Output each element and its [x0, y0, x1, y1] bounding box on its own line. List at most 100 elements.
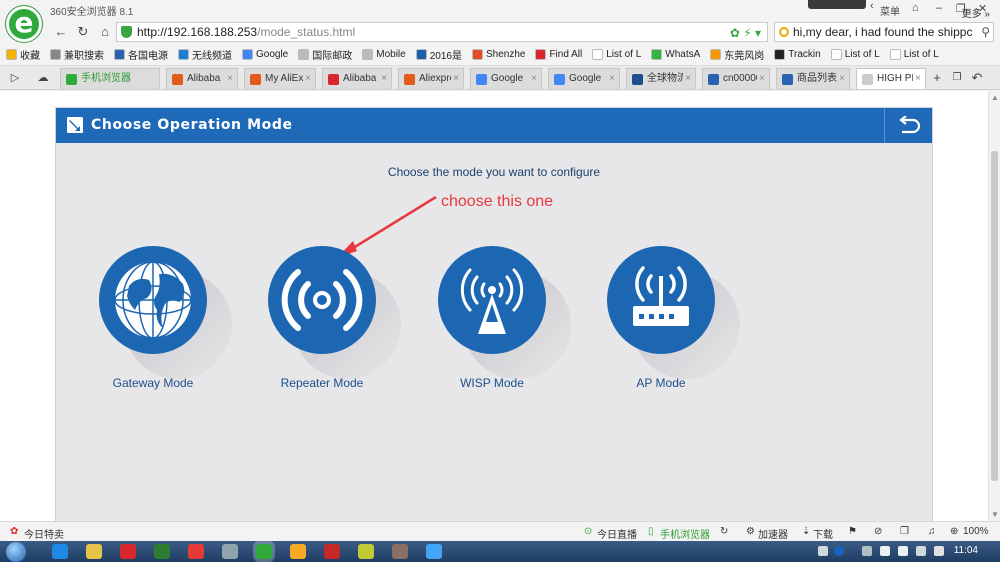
search-input[interactable]: hi,my dear, i had found the shippc ⚲	[774, 22, 994, 42]
tab[interactable]: Google ×	[548, 68, 620, 89]
wisp-mode-label[interactable]: WISP Mode	[422, 376, 562, 390]
download-icon[interactable]: ⇣	[802, 526, 810, 537]
zoom-level[interactable]: 100%	[963, 526, 989, 537]
mobile-browser-link[interactable]: 手机浏览器	[660, 526, 710, 541]
signal-tray-icon[interactable]	[934, 546, 944, 556]
page-scrollbar[interactable]: ▲ ▼	[988, 91, 1000, 521]
bookmark-item[interactable]: Mobile	[362, 49, 406, 60]
app3-icon[interactable]	[290, 544, 306, 559]
repeater-icon[interactable]	[268, 246, 376, 354]
bookmark-item[interactable]: Find All	[535, 49, 582, 60]
new-tab-button[interactable]: +	[928, 69, 946, 87]
tab[interactable]: Aliexpre ×	[398, 68, 464, 89]
app7-icon[interactable]	[426, 544, 442, 559]
search-icon[interactable]: ⚲	[979, 23, 990, 41]
tab-close-icon[interactable]: ×	[837, 69, 845, 89]
tab[interactable]: 全球物流 ×	[626, 68, 696, 89]
reload-icon[interactable]: ↻	[74, 23, 92, 41]
tab[interactable]: 手机浏览器	[60, 68, 160, 89]
folder-icon[interactable]	[86, 544, 102, 559]
app4-icon[interactable]	[324, 544, 340, 559]
tab-close-icon[interactable]: ×	[529, 69, 537, 89]
tab-close-icon[interactable]: ×	[225, 69, 233, 89]
app6-icon[interactable]	[392, 544, 408, 559]
page-speed-icon[interactable]: ✿ ⚡ ▾	[730, 24, 761, 42]
app-icon[interactable]	[120, 544, 136, 559]
bookmark-item[interactable]: 无线频道	[178, 47, 232, 62]
network-tray-icon[interactable]	[880, 546, 890, 556]
flag-icon[interactable]: ⚑	[848, 526, 857, 537]
bookmark-item[interactable]: 收藏	[6, 47, 40, 62]
tab-close-icon[interactable]: ×	[379, 69, 387, 89]
back-history-icon[interactable]: ‹	[870, 0, 874, 18]
url-input[interactable]: http://192.168.188.253/mode_status.html …	[116, 22, 768, 42]
bookmark-item[interactable]: Trackin	[774, 49, 821, 60]
live-icon[interactable]: ⊙	[584, 526, 592, 537]
daily-deals-link[interactable]: 今日特卖	[24, 526, 64, 541]
sidebar-toggle-icon[interactable]: ▷	[6, 69, 24, 87]
browser-360-icon[interactable]	[256, 544, 272, 559]
start-button[interactable]	[6, 542, 26, 562]
cloud-icon[interactable]: ☁	[34, 69, 52, 87]
tab[interactable]: HIGH PE ×	[856, 68, 926, 89]
gateway-mode-label[interactable]: Gateway Mode	[83, 376, 223, 390]
bookmarks-more-button[interactable]: 更多 »	[962, 5, 990, 20]
back-button[interactable]	[884, 108, 932, 143]
undo-close-icon[interactable]: ↶	[968, 69, 986, 87]
accelerator-link[interactable]: 加速器	[758, 526, 788, 541]
bookmark-item[interactable]: 2016是	[415, 47, 462, 62]
ie-icon[interactable]	[52, 544, 68, 559]
gateway-mode-option[interactable]: Gateway Mode	[83, 246, 232, 390]
gift-icon[interactable]: ✿	[10, 526, 18, 537]
tab[interactable]: Alibaba ×	[166, 68, 238, 89]
tab[interactable]: Alibaba ×	[322, 68, 392, 89]
bookmark-item[interactable]: 东莞风岗	[710, 47, 764, 62]
live-link[interactable]: 今日直播	[597, 526, 637, 541]
history-icon[interactable]: ⊘	[874, 526, 882, 537]
bookmark-item[interactable]: Google	[242, 49, 288, 60]
tab-close-icon[interactable]: ×	[607, 69, 615, 89]
keyboard-tray-icon[interactable]	[818, 546, 828, 556]
tab-close-icon[interactable]: ×	[303, 69, 311, 89]
scroll-down-icon[interactable]: ▼	[991, 510, 999, 519]
tab[interactable]: cn00000 ×	[702, 68, 770, 89]
bookmark-item[interactable]: List of L	[592, 49, 641, 60]
tab-close-icon[interactable]: ×	[451, 69, 459, 89]
accelerator-icon[interactable]: ⚙	[746, 526, 755, 537]
app5-icon[interactable]	[358, 544, 374, 559]
bookmark-item[interactable]: 各国电源	[114, 47, 168, 62]
tab-close-icon[interactable]: ×	[757, 69, 765, 89]
tab-list-icon[interactable]: ❐	[948, 69, 966, 87]
app2-icon[interactable]	[222, 544, 238, 559]
access-point-icon[interactable]	[607, 246, 715, 354]
repeater-mode-label[interactable]: Repeater Mode	[252, 376, 392, 390]
globe-icon[interactable]	[99, 246, 207, 354]
menu-button[interactable]: 菜单	[880, 3, 900, 21]
wisp-tower-icon[interactable]	[438, 246, 546, 354]
refresh-icon[interactable]: ↻	[720, 526, 728, 537]
bookmark-item[interactable]: List of L	[889, 49, 939, 60]
zoom-icon[interactable]: ⊕	[950, 526, 958, 537]
scroll-up-icon[interactable]: ▲	[991, 93, 999, 102]
window-icon[interactable]: ❐	[900, 526, 909, 537]
bookmark-item[interactable]: Shenzhe	[471, 49, 525, 60]
help-tray-icon[interactable]	[834, 546, 844, 556]
bookmark-item[interactable]: 国际邮政	[298, 47, 352, 62]
bookmark-item[interactable]: WhatsA	[651, 49, 700, 60]
security-tray-icon[interactable]	[898, 546, 908, 556]
ap-mode-label[interactable]: AP Mode	[591, 376, 731, 390]
tab[interactable]: 商品列表 ×	[776, 68, 850, 89]
bookmark-item[interactable]: 兼职搜索	[50, 47, 104, 62]
tray-icon[interactable]	[862, 546, 872, 556]
chrome-icon[interactable]	[188, 544, 204, 559]
tab[interactable]: My AliEx ×	[244, 68, 316, 89]
back-arrow-icon[interactable]: ←	[52, 23, 70, 41]
wisp-mode-option[interactable]: WISP Mode	[422, 246, 571, 390]
skin-icon[interactable]: ⌂	[912, 2, 919, 20]
volume-tray-icon[interactable]	[916, 546, 926, 556]
phone-icon[interactable]: ▯	[648, 526, 654, 537]
download-link[interactable]: 下载	[813, 526, 833, 541]
tab-close-icon[interactable]: ×	[683, 69, 691, 89]
tab[interactable]: Google ×	[470, 68, 542, 89]
tab-close-icon[interactable]: ×	[913, 69, 921, 89]
